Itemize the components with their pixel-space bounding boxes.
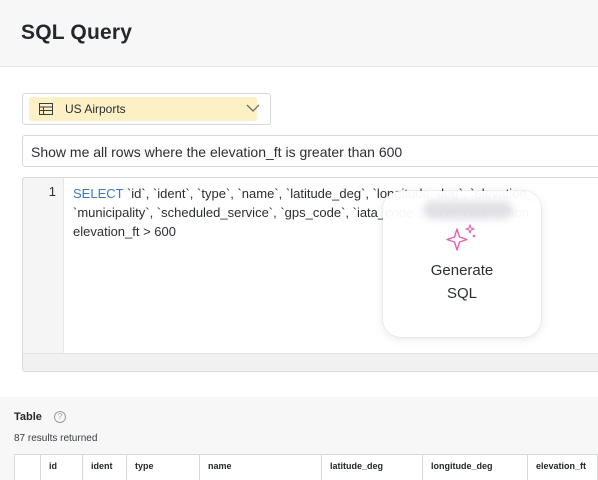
generate-sql-label: Generate SQL [383, 259, 541, 305]
generate-label-line-2: SQL [446, 285, 477, 302]
column-header-elevation[interactable]: elevation_ft [528, 455, 598, 480]
generate-sql-button[interactable]: Generate SQL [383, 191, 541, 337]
help-icon[interactable]: ? [54, 411, 66, 423]
header-bar: SQL Query [0, 0, 598, 67]
column-header-name[interactable]: name [200, 455, 322, 480]
results-count: 87 results returned [14, 433, 98, 444]
column-header-type[interactable]: type [127, 455, 200, 480]
table-icon [39, 103, 53, 115]
horizontal-scrollbar[interactable] [23, 353, 598, 371]
column-header-ident[interactable]: ident [83, 455, 127, 480]
sql-keyword: SELECT [73, 186, 124, 201]
column-header-select[interactable] [15, 455, 41, 480]
column-header-latitude[interactable]: latitude_deg [322, 455, 423, 480]
query-panel: US Airports 1 SELECT `id`, `ident`, `typ… [0, 67, 598, 397]
results-section: Table ? 87 results returned id ident typ… [0, 397, 598, 480]
table-select[interactable]: US Airports [22, 93, 271, 125]
results-heading: Table [14, 411, 42, 423]
blurred-backdrop [423, 201, 513, 219]
line-number: 1 [48, 184, 56, 199]
results-table-header: id ident type name latitude_deg longitud… [14, 454, 598, 480]
page-title: SQL Query [21, 21, 133, 44]
prompt-input[interactable] [31, 142, 591, 162]
generate-label-line-1: Generate [430, 262, 494, 279]
prompt-field[interactable] [22, 135, 598, 167]
editor-gutter: 1 [23, 178, 64, 371]
selected-table-label: US Airports [65, 102, 126, 116]
column-header-id[interactable]: id [41, 455, 83, 480]
column-header-longitude[interactable]: longitude_deg [423, 455, 528, 480]
chevron-down-icon[interactable] [246, 103, 260, 113]
sparkle-icon [446, 224, 476, 251]
selected-table-pill[interactable]: US Airports [29, 97, 257, 121]
